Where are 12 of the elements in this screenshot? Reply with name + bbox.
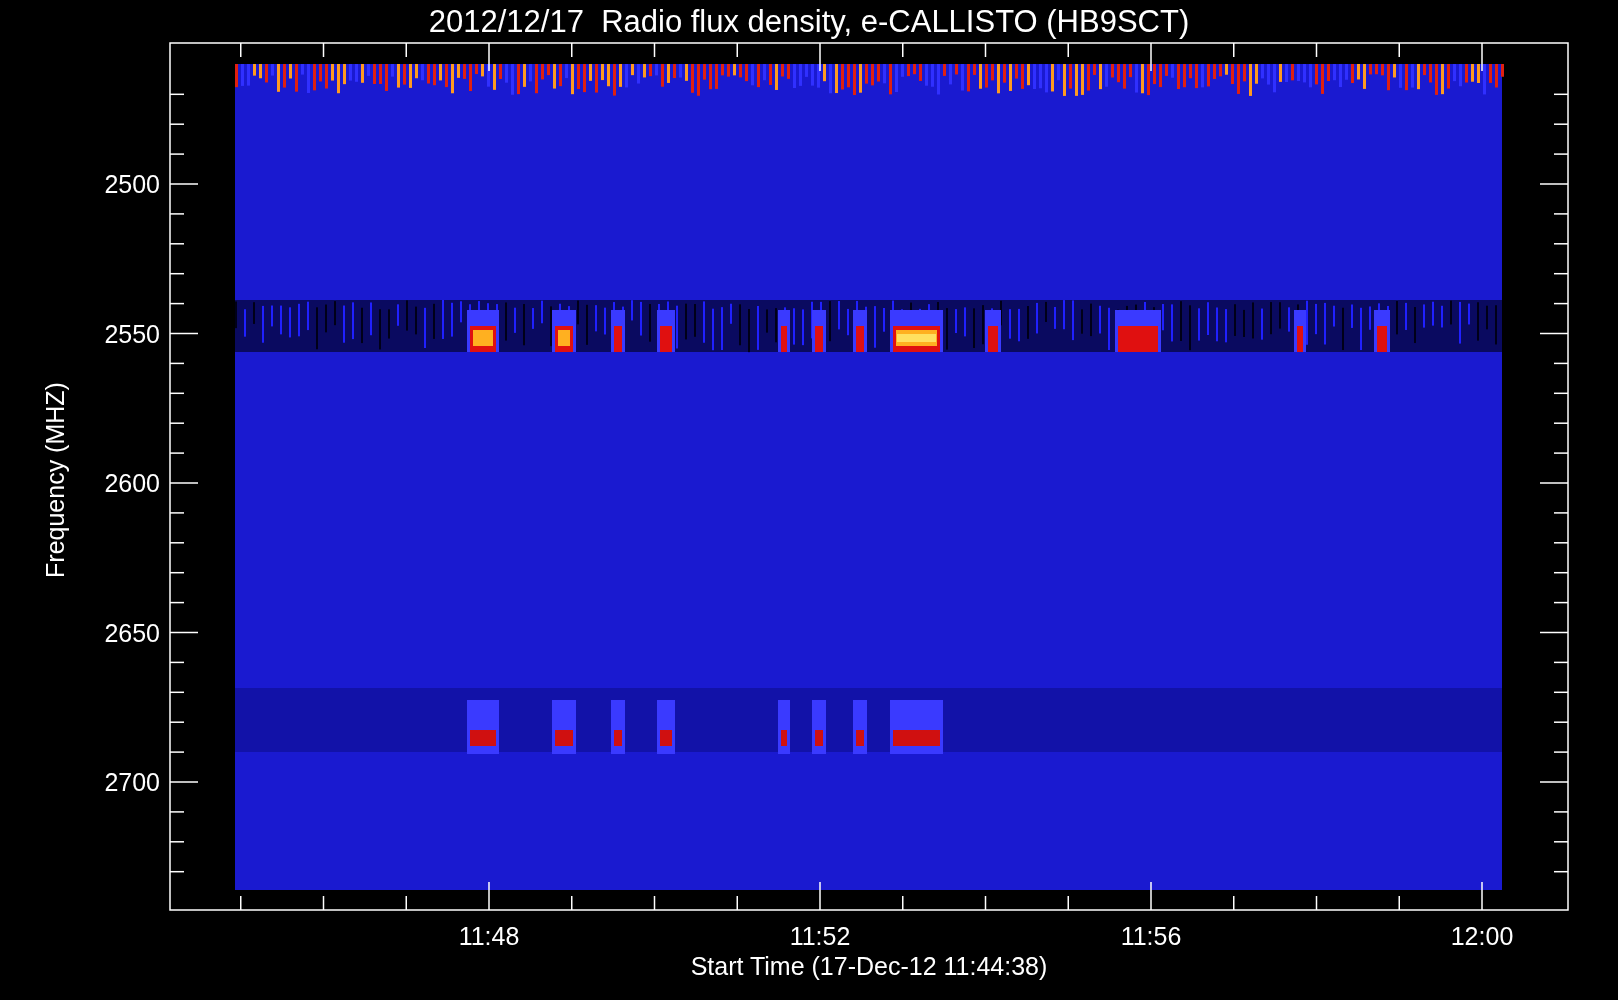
x-axis-label: Start Time (17-Dec-12 11:44:38) [690,952,1048,980]
y-tick-label: 2700 [104,768,160,796]
x-tick-label: 11:56 [1120,922,1182,950]
x-tick-label: 12:00 [1450,922,1514,950]
plot-title: 2012/12/17 Radio flux density, e-CALLISTO (HB9SCT) [428,4,1190,39]
y-tick-label: 2550 [104,319,160,348]
x-tick-label: 11:48 [458,922,520,950]
y-tick-label: 2500 [104,170,160,198]
y-axis-label: Frequency (MHZ) [41,382,69,578]
x-tick-label: 11:52 [789,922,851,950]
y-tick-label: 2650 [104,618,160,647]
y-tick-label: 2600 [104,469,160,497]
